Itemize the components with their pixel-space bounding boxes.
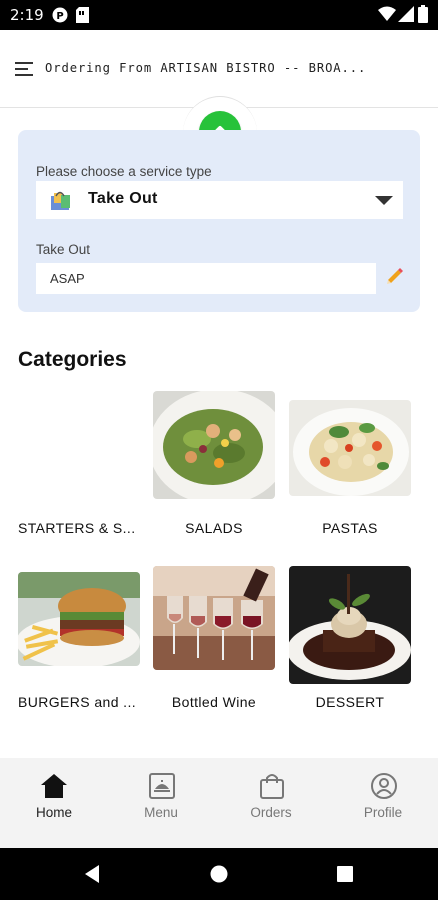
service-type-select[interactable]: Take Out — [36, 181, 403, 219]
sim-card-icon — [76, 7, 89, 23]
category-label: Bottled Wine — [171, 694, 257, 710]
system-navigation-bar — [0, 848, 438, 900]
category-label: BURGERS and ... — [18, 694, 137, 710]
status-bar: 2:19 P — [0, 0, 438, 30]
category-tile-dessert[interactable]: DESSERT — [289, 566, 411, 716]
salad-photo — [153, 391, 275, 499]
home-icon — [41, 774, 67, 798]
category-tile-starters[interactable]: STARTERS & S... — [18, 390, 140, 540]
ordering-from-title[interactable]: Ordering From ARTISAN BISTRO -- BROA... — [45, 61, 366, 75]
category-label: SALADS — [185, 520, 243, 536]
nav-profile[interactable]: Profile — [333, 758, 433, 848]
category-tile-burgers[interactable]: BURGERS and ... — [18, 566, 140, 716]
pencil-icon[interactable] — [385, 266, 405, 286]
service-panel: Please choose a service type Take Out Ta… — [18, 130, 420, 312]
signal-icon — [398, 6, 414, 22]
category-label: DESSERT — [315, 694, 385, 710]
p-circle-icon: P — [52, 7, 68, 23]
status-time: 2:19 — [10, 6, 44, 24]
shopping-bag-icon — [51, 191, 70, 210]
bottom-navigation: Home Menu Orders Profile — [0, 758, 438, 848]
wine-photo — [153, 566, 275, 670]
pickup-time-value: ASAP — [50, 271, 85, 286]
nav-label-home: Home — [35, 805, 72, 820]
svg-text:P: P — [56, 11, 63, 22]
service-type-label: Please choose a service type — [36, 164, 212, 179]
nav-home[interactable]: Home — [4, 758, 104, 848]
shopping-bag-icon — [260, 774, 284, 799]
category-tile-salads[interactable]: SALADS — [153, 390, 275, 540]
nav-label-menu: Menu — [144, 805, 178, 820]
service-type-value: Take Out — [88, 190, 158, 207]
back-icon[interactable] — [82, 864, 102, 884]
dessert-photo — [289, 566, 411, 684]
pickup-time-label: Take Out — [36, 242, 91, 257]
menu-book-icon — [149, 773, 175, 799]
wifi-icon — [378, 6, 396, 21]
category-tile-pastas[interactable]: PASTAS — [289, 390, 411, 540]
nav-label-orders: Orders — [250, 805, 292, 820]
dropdown-caret-icon — [375, 196, 393, 205]
home-circle-icon[interactable] — [210, 865, 228, 883]
nav-menu[interactable]: Menu — [111, 758, 211, 848]
recents-icon[interactable] — [337, 866, 353, 882]
burger-photo — [18, 572, 140, 666]
categories-heading: Categories — [18, 348, 127, 371]
pasta-photo — [289, 400, 411, 496]
pickup-time-field[interactable]: ASAP — [36, 263, 376, 294]
battery-icon — [418, 5, 428, 23]
nav-orders[interactable]: Orders — [221, 758, 321, 848]
hamburger-menu-icon[interactable] — [15, 61, 35, 77]
category-label: STARTERS & S... — [18, 520, 136, 536]
category-label: PASTAS — [322, 520, 378, 536]
category-tile-bottled-wine[interactable]: Bottled Wine — [153, 566, 275, 716]
nav-label-profile: Profile — [363, 805, 403, 820]
profile-icon — [371, 773, 397, 799]
